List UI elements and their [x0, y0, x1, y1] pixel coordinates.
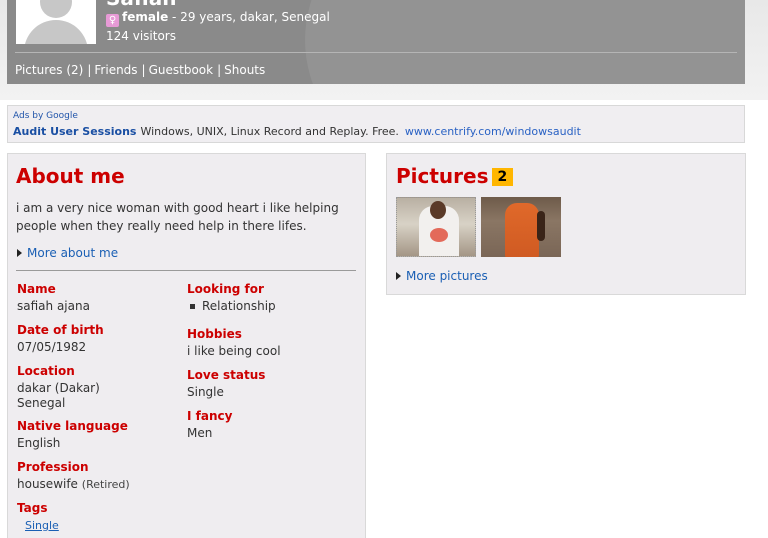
profile-gender: female: [122, 10, 169, 24]
triangle-right-icon: [17, 249, 22, 257]
triangle-right-icon: [396, 272, 401, 280]
field-native-language: Native language English: [17, 419, 128, 451]
header-decoration: [305, 0, 745, 84]
field-value: 07/05/1982: [17, 340, 87, 354]
field-value: Relationship: [187, 299, 276, 314]
field-label: Native language: [17, 419, 128, 433]
field-value: i like being cool: [187, 344, 281, 358]
pictures-panel: Pictures 2 More pictures: [386, 153, 746, 295]
field-label: Profession: [17, 460, 89, 474]
field-value: safiah ajana: [17, 299, 90, 313]
field-tags: Tags Single: [17, 501, 59, 533]
pictures-title: Pictures 2: [396, 164, 514, 188]
field-hobbies: Hobbies i like being cool: [187, 327, 281, 359]
ad-url-link[interactable]: www.centrify.com/windowsaudit: [405, 125, 581, 138]
field-value: Single: [17, 518, 59, 533]
tag-link-single[interactable]: Single: [25, 519, 59, 532]
nav-separator: |: [217, 63, 222, 77]
field-location: Location dakar (Dakar) Senegal: [17, 364, 100, 411]
field-label: Location: [17, 364, 75, 378]
field-i-fancy: I fancy Men: [187, 409, 232, 441]
pictures-title-text: Pictures: [396, 164, 489, 188]
nav-separator: |: [141, 63, 146, 77]
field-label: Looking for: [187, 282, 264, 296]
looking-for-value: Relationship: [202, 299, 276, 313]
photo-face: [430, 201, 446, 219]
ad-text: Windows, UNIX, Linux Record and Replay. …: [140, 125, 399, 138]
profile-info: ♀ female - 29 years, dakar, Senegal: [106, 10, 330, 27]
nav-shouts[interactable]: Shouts: [224, 63, 265, 77]
profession-note: (Retired): [81, 478, 130, 491]
avatar[interactable]: [16, 0, 96, 44]
field-dob: Date of birth 07/05/1982: [17, 323, 104, 355]
field-label: I fancy: [187, 409, 233, 423]
photo-arm: [537, 211, 545, 241]
field-label: Date of birth: [17, 323, 104, 337]
nav-pictures[interactable]: Pictures (2): [15, 63, 83, 77]
field-value-country: Senegal: [17, 396, 66, 410]
profession-value: housewife: [17, 477, 78, 491]
field-name: Name safiah ajana: [17, 282, 90, 314]
field-value: English: [17, 436, 61, 450]
profile-nav: Pictures (2) | Friends | Guestbook | Shouts: [15, 63, 265, 77]
avatar-placeholder-head: [40, 0, 72, 18]
about-me-panel: About me i am a very nice woman with goo…: [7, 153, 366, 538]
field-label: Love status: [187, 368, 266, 382]
about-bio: i am a very nice woman with good heart i…: [16, 201, 339, 233]
more-about-me-link[interactable]: More about me: [17, 246, 118, 260]
about-divider: [16, 270, 356, 271]
more-pictures-link[interactable]: More pictures: [396, 269, 488, 283]
picture-thumbnail-1[interactable]: [396, 197, 476, 257]
more-pictures-label: More pictures: [406, 269, 488, 283]
field-value: Men: [187, 426, 213, 440]
profile-name: Safiah: [106, 0, 176, 10]
pictures-count-badge: 2: [491, 168, 514, 186]
about-me-title: About me: [16, 164, 125, 188]
female-icon: ♀: [106, 14, 119, 27]
photo-shirt-print: [430, 228, 448, 242]
ad-title-link[interactable]: Audit User Sessions: [13, 125, 136, 138]
field-label: Hobbies: [187, 327, 242, 341]
photo-dress: [505, 203, 539, 257]
field-value: Single: [187, 385, 224, 399]
ad-line: Audit User Sessions Windows, UNIX, Linux …: [13, 125, 581, 138]
ads-by-google-label[interactable]: Ads by Google: [13, 111, 78, 121]
nav-guestbook[interactable]: Guestbook: [149, 63, 214, 77]
profile-header: Safiah ♀female - 29 years, dakar, Senega…: [7, 0, 745, 84]
bullet-icon: [190, 303, 195, 309]
field-value: dakar (Dakar): [17, 381, 100, 395]
avatar-placeholder-body: [24, 20, 88, 44]
field-value: housewife (Retired): [17, 477, 130, 492]
picture-thumbnail-2[interactable]: [481, 197, 561, 257]
more-about-me-label: More about me: [27, 246, 119, 260]
visitor-count: 124 visitors: [106, 29, 176, 43]
header-divider: [15, 52, 737, 53]
nav-separator: |: [87, 63, 92, 77]
nav-friends[interactable]: Friends: [94, 63, 137, 77]
field-looking-for: Looking for Relationship: [187, 282, 276, 314]
field-label: Name: [17, 282, 56, 296]
field-love-status: Love status Single: [187, 368, 265, 400]
profile-details: - 29 years, dakar, Senegal: [168, 10, 330, 24]
field-label: Tags: [17, 501, 48, 515]
ad-banner: Ads by Google Audit User Sessions Windows…: [7, 105, 745, 143]
field-profession: Profession housewife (Retired): [17, 460, 130, 492]
